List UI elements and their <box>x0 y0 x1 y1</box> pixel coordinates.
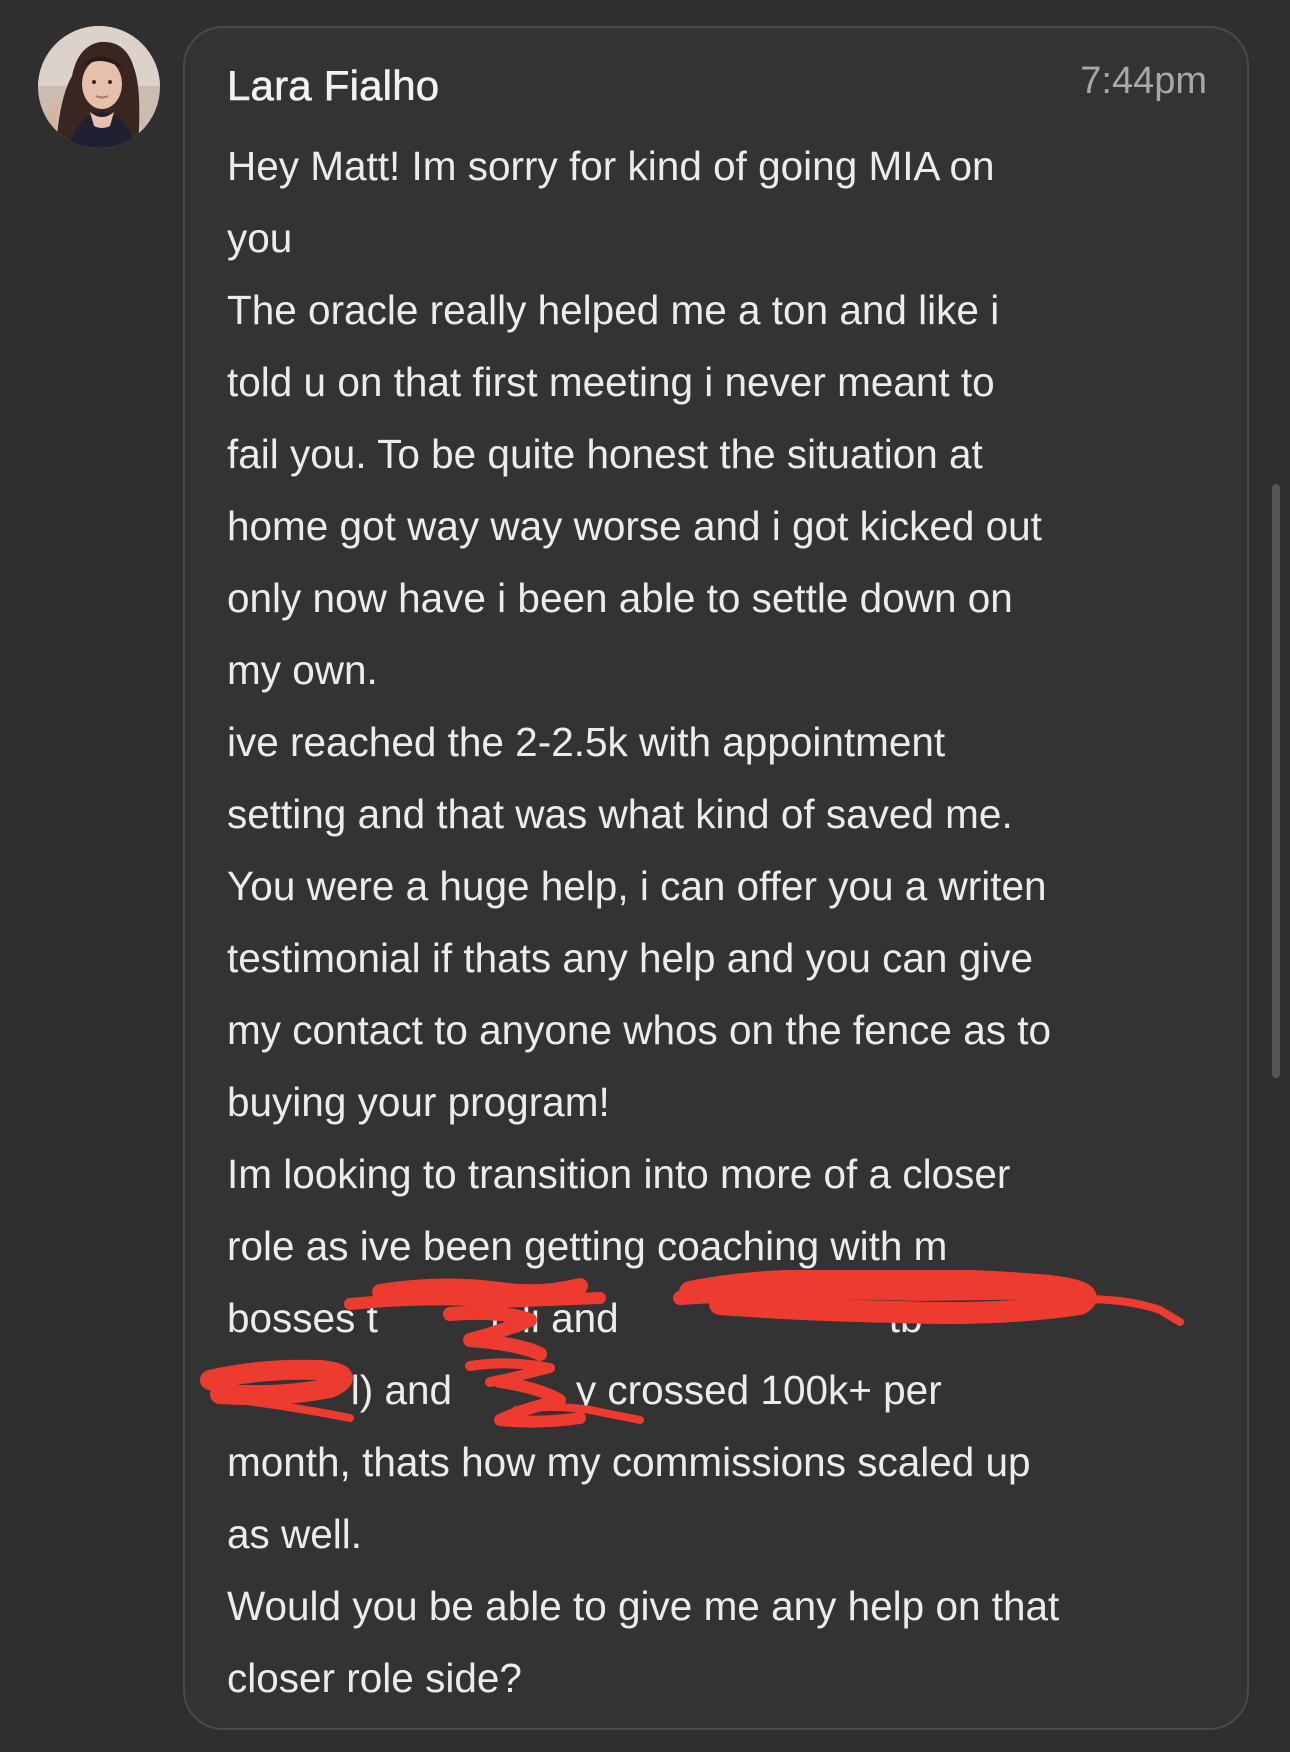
message-body: Hey Matt! Im sorry for kind of going MIA… <box>227 130 1217 1714</box>
message-line: my contact to anyone whos on the fence a… <box>227 1007 1052 1053</box>
message-line: Hey Matt! Im sorry for kind of going MIA… <box>227 143 995 189</box>
message-line: buying your program! <box>227 1079 610 1125</box>
message-timestamp: 7:44pm <box>1080 60 1207 102</box>
message-line: You were a huge help, i can offer you a … <box>227 863 1047 909</box>
scrollbar[interactable] <box>1272 484 1280 1078</box>
message-line: you <box>227 215 293 261</box>
message-line: The oracle really helped me a ton and li… <box>227 287 1000 333</box>
message-line: as well. <box>227 1511 363 1557</box>
message-line: bosses t hili and tb <box>227 1295 923 1341</box>
message-line: told u on that first meeting i never mea… <box>227 359 995 405</box>
message-line: role as ive been getting coaching with m <box>227 1223 948 1269</box>
message-line: fail you. To be quite honest the situati… <box>227 431 983 477</box>
message-line: home got way way worse and i got kicked … <box>227 503 1042 549</box>
sender-name: Lara Fialho <box>227 62 440 110</box>
message-line: setting and that was what kind of saved … <box>227 791 1013 837</box>
message-line: ive reached the 2-2.5k with appointment <box>227 719 946 765</box>
message-line: testimonial if thats any help and you ca… <box>227 935 1033 981</box>
avatar[interactable] <box>38 26 160 148</box>
message-line: month, thats how my commissions scaled u… <box>227 1439 1031 1485</box>
message-line: only now have i been able to settle down… <box>227 575 1013 621</box>
message-bubble[interactable]: Lara Fialho 7:44pm Hey Matt! Im sorry fo… <box>183 26 1249 1730</box>
chat-screen: Lara Fialho 7:44pm Hey Matt! Im sorry fo… <box>0 0 1290 1752</box>
message-line: l) and y crossed 100k+ per <box>227 1367 942 1413</box>
message-line: closer role side? <box>227 1655 522 1701</box>
message-line: my own. <box>227 647 378 693</box>
message-line: Would you be able to give me any help on… <box>227 1583 1060 1629</box>
message-line: Im looking to transition into more of a … <box>227 1151 1011 1197</box>
profile-photo-icon <box>38 26 160 148</box>
